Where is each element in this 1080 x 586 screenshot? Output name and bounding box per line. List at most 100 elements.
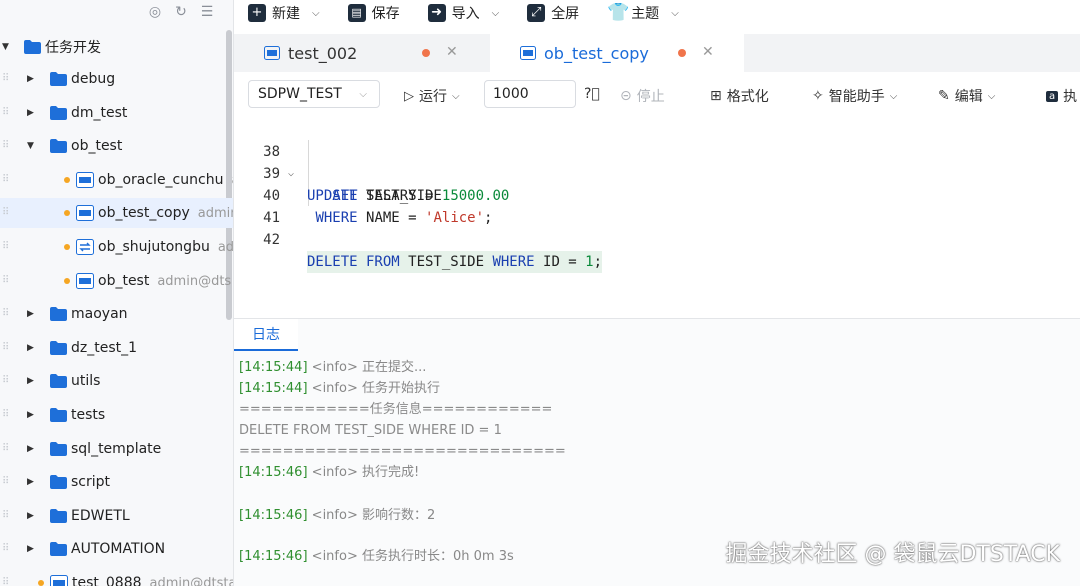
save-button[interactable]: ▤ 保存 (347, 3, 400, 23)
task-tree-sidebar: ◎ ↻ ☰ ▼ 任务开发 ⠿ ▶ debug ⠿ ▶ dm_test ⠿ ▼ ob_test ⠿ o… (0, 0, 234, 586)
theme-button[interactable]: 👕 主题 ⌵ (607, 3, 679, 23)
tree-folder[interactable]: ⠿ ▼ ob_test (0, 131, 233, 161)
run-button[interactable]: ▷ 运行 ⌵ (404, 86, 460, 106)
tree-folder[interactable]: ⠿ ▶ dm_test (0, 98, 233, 128)
drag-handle-icon[interactable]: ⠿ (2, 308, 10, 320)
stop-icon: ⊝ (620, 88, 632, 104)
folder-icon (24, 40, 41, 54)
tree-item-label: maoyan (71, 306, 128, 323)
drag-handle-icon[interactable]: ⠿ (2, 107, 10, 119)
tree-item-label: tests (71, 407, 106, 423)
new-button[interactable]: + 新建 ⌵ (248, 3, 320, 23)
folder-icon (50, 340, 67, 355)
import-button[interactable]: ➜ 导入 ⌵ (427, 3, 500, 23)
task-owner: admin@dtsta (149, 576, 234, 586)
tree-task[interactable]: ⠿ ob_test admin@dts (0, 266, 233, 296)
execute-label: 执 (1063, 89, 1078, 105)
tree-root-label: 任务开发 (45, 40, 101, 56)
drag-handle-icon[interactable]: ⠿ (2, 73, 10, 85)
code-line: 39 SET SALARY = 15000.00 (234, 141, 1080, 204)
caret-right-icon[interactable]: ▶ (27, 108, 37, 118)
tree-task[interactable]: ⠿ ob_shujutongbu ad (0, 232, 234, 262)
folder-icon (50, 508, 67, 523)
collapse-all-icon[interactable]: ☰ (199, 4, 215, 20)
drag-handle-icon[interactable]: ⠿ (2, 476, 10, 488)
drag-handle-icon[interactable]: ⠿ (2, 174, 10, 186)
tab-test-002[interactable]: test_002 ✕ (234, 34, 488, 72)
tree-folder[interactable]: ⠿ ▶ tests (0, 400, 233, 430)
caret-down-icon[interactable]: ▼ (27, 141, 37, 151)
caret-right-icon[interactable]: ▶ (27, 444, 37, 454)
drag-handle-icon[interactable]: ⠿ (2, 375, 10, 387)
folder-icon (50, 72, 67, 86)
tab-log[interactable]: 日志 (234, 319, 298, 351)
sync-task-icon (76, 239, 94, 255)
drag-handle-icon[interactable]: ⠿ (2, 543, 10, 555)
watermark: 掘金技术社区 @ 袋鼠云DTSTACK (725, 542, 1060, 567)
tree-folder[interactable]: ⠿ ▶ AUTOMATION (0, 534, 233, 564)
drag-handle-icon[interactable]: ⠿ (2, 443, 10, 455)
stop-button[interactable]: ⊝ 停止 (620, 86, 665, 106)
tab-label: ob_test_copy (544, 43, 649, 63)
tree-task[interactable]: ⠿ test_0888 admin@dtsta (0, 568, 234, 586)
tree-folder[interactable]: ⠿ ▶ debug (0, 64, 233, 94)
sql-file-icon (76, 205, 94, 222)
row-limit-input[interactable]: 1000 (484, 80, 576, 108)
caret-right-icon[interactable]: ▶ (27, 544, 37, 554)
tree-item-label: dz_test_1 (71, 339, 138, 356)
caret-right-icon[interactable]: ▶ (27, 410, 37, 420)
drag-handle-icon[interactable]: ⠿ (2, 409, 10, 421)
drag-handle-icon[interactable]: ⠿ (2, 140, 10, 152)
tree-folder[interactable]: ⠿ ▶ utils (0, 366, 233, 396)
tree-item-label: debug (71, 71, 116, 87)
assistant-button[interactable]: ✧ 智能助手 ⌵ (812, 86, 897, 106)
tree-item-label: utils (71, 373, 101, 390)
caret-right-icon[interactable]: ▶ (27, 376, 37, 386)
caret-right-icon[interactable]: ▶ (27, 477, 37, 487)
datasource-select[interactable]: SDPW_TEST ⌵ (248, 80, 380, 108)
tree-root[interactable]: ▼ 任务开发 (0, 32, 233, 62)
tab-ob-test-copy[interactable]: ob_test_copy ✕ (490, 34, 744, 72)
drag-handle-icon[interactable]: ⠿ (2, 510, 10, 522)
tree-item-label: dm_test (71, 104, 128, 121)
tree-folder[interactable]: ⠿ ▶ maoyan (0, 299, 233, 329)
tree-folder[interactable]: ⠿ ▶ EDWETL (0, 501, 233, 531)
execute-button[interactable]: a 执 (1046, 86, 1077, 106)
format-button[interactable]: ⊞ 格式化 (710, 86, 769, 106)
sidebar-actions: ◎ ↻ ☰ (147, 4, 215, 20)
drag-handle-icon[interactable]: ⠿ (2, 207, 10, 219)
sql-file-icon (520, 46, 536, 60)
caret-right-icon[interactable]: ▶ (27, 343, 37, 353)
chevron-down-icon: ⌵ (671, 7, 679, 19)
chevron-down-icon: ⌵ (312, 7, 320, 19)
tree-item-label: ob_shujutongbu ad (98, 239, 234, 255)
fullscreen-button[interactable]: ⤢ 全屏 (527, 3, 579, 23)
edit-button[interactable]: ✎ 编辑 ⌵ (938, 86, 995, 106)
tree-folder[interactable]: ⠿ ▶ sql_template (0, 434, 233, 464)
format-label: 格式化 (726, 89, 769, 105)
locate-icon[interactable]: ◎ (147, 4, 163, 20)
tree-item-label: ob_test admin@dts (98, 272, 232, 289)
sql-file-icon (50, 575, 68, 586)
close-icon[interactable]: ✕ (702, 44, 714, 60)
tree-folder[interactable]: ⠿ ▶ script (0, 467, 233, 497)
tree-task[interactable]: ⠿ ob_test_copyadmin (0, 198, 233, 229)
code-line: 38 ⌵ UPDATE TEST_SIDE (234, 119, 1080, 204)
caret-right-icon[interactable]: ▶ (27, 74, 37, 84)
new-label: 新建 (272, 6, 300, 22)
drag-handle-icon[interactable]: ⠿ (2, 577, 10, 586)
tree-folder[interactable]: ⠿ ▶ dz_test_1 (0, 333, 233, 363)
drag-handle-icon[interactable]: ⠿ (2, 241, 10, 253)
help-icon[interactable]: ?⃝ (584, 86, 600, 102)
tree-task[interactable]: ⠿ ob_oracle_cunchua (0, 165, 233, 195)
unsaved-dot (422, 49, 430, 57)
chevron-down-icon: ⌵ (491, 7, 500, 19)
drag-handle-icon[interactable]: ⠿ (2, 275, 10, 287)
folder-icon (50, 408, 67, 422)
sql-editor[interactable]: 38 ⌵ UPDATE TEST_SIDE 39 SET SALARY = 15… (234, 118, 1080, 318)
close-icon[interactable]: ✕ (446, 44, 458, 60)
refresh-icon[interactable]: ↻ (173, 4, 189, 20)
caret-right-icon[interactable]: ▶ (27, 511, 37, 521)
caret-right-icon[interactable]: ▶ (27, 309, 37, 319)
drag-handle-icon[interactable]: ⠿ (2, 342, 10, 354)
